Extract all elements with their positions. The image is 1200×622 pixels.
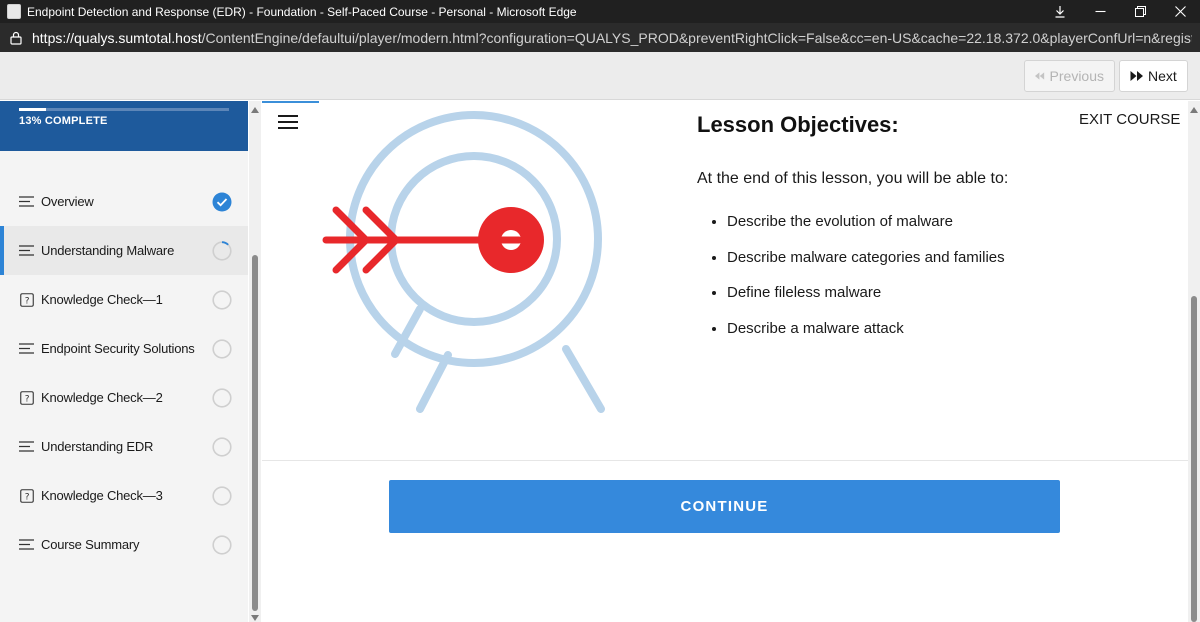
url-path: /ContentEngine/defaultui/player/modern.h…: [201, 29, 1192, 46]
window-title-bar: Endpoint Detection and Response (EDR) - …: [0, 0, 1200, 23]
sidebar-item[interactable]: ? Knowledge Check—3: [0, 471, 248, 520]
quiz-icon: ?: [19, 390, 34, 405]
svg-text:?: ?: [24, 492, 29, 502]
download-icon[interactable]: [1040, 0, 1080, 23]
close-icon[interactable]: [1160, 0, 1200, 23]
lesson-menu: Overview Understanding Malware? Knowledge …: [0, 177, 248, 569]
lesson-lines-icon: [19, 538, 34, 552]
not-started-icon: [212, 535, 232, 555]
sidebar-item-label: Overview: [41, 194, 94, 209]
in-progress-icon: [212, 241, 232, 261]
sidebar-item[interactable]: Understanding EDR: [0, 422, 248, 471]
progress-panel: 13% COMPLETE: [0, 101, 248, 151]
url-text[interactable]: https://qualys.sumtotal.host/ContentEngi…: [32, 30, 1192, 46]
sidebar-item-label: Endpoint Security Solutions: [41, 341, 195, 356]
progress-label: 13% COMPLETE: [19, 115, 108, 127]
menu-toggle-icon[interactable]: [278, 115, 298, 129]
sidebar-item-label: Knowledge Check—2: [41, 390, 163, 405]
sidebar-item-label: Understanding Malware: [41, 243, 175, 258]
scroll-up-arrow-icon[interactable]: [1190, 107, 1198, 113]
objectives-list: Describe the evolution of malware Descri…: [727, 211, 1005, 354]
lesson-lines-icon: [19, 195, 34, 209]
exit-course-link[interactable]: EXIT COURSE: [1079, 111, 1180, 128]
sidebar-scrollbar[interactable]: [249, 101, 261, 622]
scroll-up-arrow-icon[interactable]: [251, 107, 259, 113]
course-nav-strip: Previous Next: [0, 52, 1200, 100]
sidebar-item[interactable]: Course Summary: [0, 520, 248, 569]
quiz-icon: ?: [19, 292, 34, 307]
objective-item: Describe malware categories and families: [727, 247, 1005, 283]
sidebar-item[interactable]: Overview: [0, 177, 248, 226]
previous-button[interactable]: Previous: [1024, 60, 1115, 92]
sidebar-item-label: Knowledge Check—1: [41, 292, 163, 307]
lesson-lines-icon: [19, 244, 34, 258]
not-started-icon: [212, 290, 232, 310]
sidebar-item[interactable]: ? Knowledge Check—1: [0, 275, 248, 324]
not-started-icon: [212, 486, 232, 506]
page-title: Lesson Objectives:: [697, 112, 899, 137]
scroll-down-arrow-icon[interactable]: [251, 615, 259, 621]
previous-label: Previous: [1049, 68, 1104, 84]
stand-right-leg: [562, 345, 605, 413]
complete-check-icon: [212, 192, 232, 212]
sidebar-item[interactable]: ? Knowledge Check—2: [0, 373, 248, 422]
objective-item: Define fileless malware: [727, 282, 1005, 318]
not-started-icon: [212, 388, 232, 408]
not-started-icon: [212, 339, 232, 359]
fast-forward-icon: [1130, 71, 1143, 81]
window-title: Endpoint Detection and Response (EDR) - …: [27, 4, 577, 19]
sidebar-item-label: Course Summary: [41, 537, 140, 552]
content-scrollbar[interactable]: [1188, 101, 1200, 622]
content-progress-accent: [262, 101, 319, 103]
continue-button[interactable]: CONTINUE: [389, 480, 1060, 533]
sidebar-scrollbar-thumb[interactable]: [252, 255, 258, 611]
next-button[interactable]: Next: [1119, 60, 1188, 92]
svg-text:?: ?: [24, 394, 29, 404]
target-arrow-illustration: [322, 111, 605, 413]
progress-bar: [19, 108, 229, 111]
lesson-content: EXIT COURSE Lesson Objectives: At the en…: [262, 101, 1188, 622]
app-icon: [7, 4, 21, 19]
sidebar-item-label: Understanding EDR: [41, 439, 154, 454]
restore-icon[interactable]: [1120, 0, 1160, 23]
lesson-lines-icon: [19, 342, 34, 356]
url-host: https://qualys.sumtotal.host: [32, 29, 202, 46]
stand-left-foot: [416, 351, 452, 413]
content-divider: [262, 460, 1188, 461]
not-started-icon: [212, 437, 232, 457]
objective-item: Describe the evolution of malware: [727, 211, 1005, 247]
objective-item: Describe a malware attack: [727, 318, 1005, 354]
next-label: Next: [1148, 68, 1177, 84]
minimize-icon[interactable]: [1080, 0, 1120, 23]
sidebar-item[interactable]: Understanding Malware: [0, 226, 248, 275]
lock-icon: [9, 31, 23, 45]
course-outline-sidebar: 13% COMPLETE Overview Understanding Malwa…: [0, 101, 248, 622]
progress-bar-fill: [19, 108, 47, 111]
svg-text:?: ?: [24, 296, 29, 306]
quiz-icon: ?: [19, 488, 34, 503]
lesson-lines-icon: [19, 440, 34, 454]
address-bar[interactable]: https://qualys.sumtotal.host/ContentEngi…: [0, 23, 1200, 52]
intro-text: At the end of this lesson, you will be a…: [697, 170, 1009, 187]
sidebar-item[interactable]: Endpoint Security Solutions: [0, 324, 248, 373]
sidebar-item-label: Knowledge Check—3: [41, 488, 163, 503]
rewind-icon: [1035, 72, 1045, 80]
content-scrollbar-thumb[interactable]: [1191, 296, 1197, 622]
